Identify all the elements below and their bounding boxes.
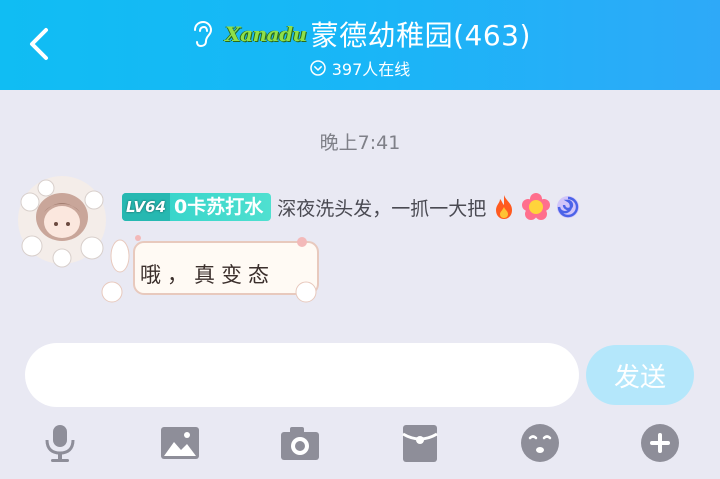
ear-icon[interactable]: [189, 20, 213, 48]
message-timestamp: 晚上7:41: [319, 132, 401, 154]
sender-signature: 深夜洗头发，一抓一大把: [277, 197, 487, 220]
online-count[interactable]: 397人在线: [0, 56, 720, 80]
flower-icon: [522, 193, 551, 220]
sender-nickname: 0卡苏打水: [173, 196, 264, 218]
title-row[interactable]: Xanadu 蒙德幼稚园(463): [0, 14, 720, 54]
galaxy-icon: [557, 196, 580, 218]
online-count-text: 397人在线: [331, 60, 411, 79]
microphone-icon[interactable]: [39, 422, 81, 464]
message-text[interactable]: 哦，真变态: [140, 259, 275, 289]
message-header: LV64 0卡苏打水 深夜洗头发，一抓一大把: [122, 193, 582, 221]
image-icon[interactable]: [159, 422, 201, 464]
chat-header: Xanadu 蒙德幼稚园(463) 397人在线: [0, 0, 720, 90]
plus-icon[interactable]: [639, 422, 681, 464]
send-button[interactable]: 发送: [586, 345, 694, 405]
level-label: LV64: [122, 193, 170, 221]
red-packet-icon[interactable]: [399, 422, 441, 464]
message-input[interactable]: [25, 343, 579, 407]
group-brand-logo: Xanadu: [225, 22, 307, 46]
member-title-badge[interactable]: LV64 0卡苏打水: [122, 193, 272, 221]
group-title: 蒙德幼稚园(463): [310, 19, 531, 52]
camera-icon[interactable]: [279, 422, 321, 464]
chevron-down-circle-icon: [309, 60, 326, 76]
fire-icon: [496, 195, 513, 219]
avatar[interactable]: [16, 172, 108, 270]
emoji-icon[interactable]: [519, 422, 561, 464]
